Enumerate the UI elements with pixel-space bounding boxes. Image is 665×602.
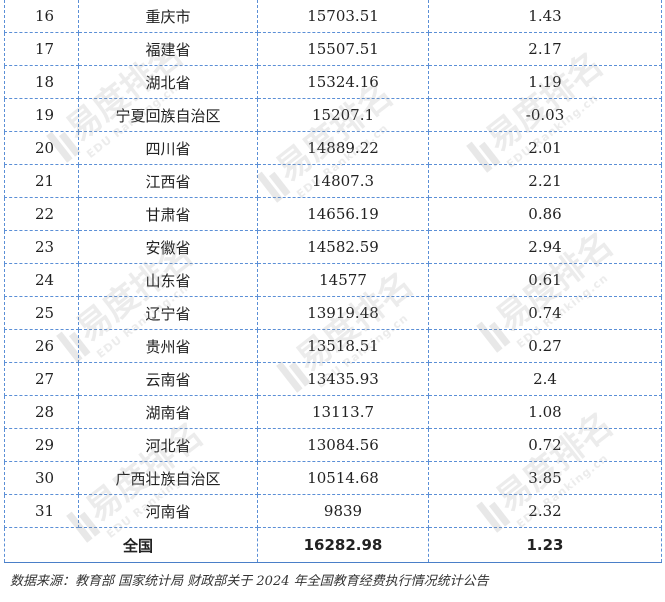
rate-cell: 2.32: [428, 494, 662, 528]
value-cell: 15207.1: [257, 98, 429, 132]
rate-cell: 2.94: [428, 230, 662, 264]
value-cell: 15324.16: [257, 65, 429, 99]
table-row: 27 云南省 13435.93 2.4: [4, 362, 662, 396]
value-cell: 13919.48: [257, 296, 429, 330]
rate-cell: 2.4: [428, 362, 662, 396]
table-row: 25 辽宁省 13919.48 0.74: [4, 296, 662, 330]
province-cell: 云南省: [78, 362, 258, 396]
rate-cell: 1.19: [428, 65, 662, 99]
province-cell: 辽宁省: [78, 296, 258, 330]
source-note: 数据来源：教育部 国家统计局 财政部关于 2024 年全国教育经费执行情况统计公…: [10, 574, 489, 589]
table-body: 16 重庆市 15703.51 1.43 17 福建省 15507.51 2.17 18 湖北省 1…: [4, 0, 662, 563]
table-row: 20 四川省 14889.22 2.01: [4, 131, 662, 165]
table-row: 16 重庆市 15703.51 1.43: [4, 0, 662, 33]
province-cell: 湖南省: [78, 395, 258, 429]
rank-cell: 20: [4, 131, 79, 165]
table-row: 17 福建省 15507.51 2.17: [4, 32, 662, 66]
table-row: 23 安徽省 14582.59 2.94: [4, 230, 662, 264]
table-row: 22 甘肃省 14656.19 0.86: [4, 197, 662, 231]
value-cell: 14582.59: [257, 230, 429, 264]
rank-cell: 18: [4, 65, 79, 99]
total-row: 全国 16282.98 1.23: [4, 527, 662, 563]
table-row: 19 宁夏回族自治区 15207.1 -0.03: [4, 98, 662, 132]
rank-cell: 28: [4, 395, 79, 429]
value-cell: 9839: [257, 494, 429, 528]
value-cell: 15507.51: [257, 32, 429, 66]
rate-cell: -0.03: [428, 98, 662, 132]
value-cell: 13435.93: [257, 362, 429, 396]
province-cell: 山东省: [78, 263, 258, 297]
rate-cell: 2.21: [428, 164, 662, 198]
value-cell: 13084.56: [257, 428, 429, 462]
province-cell: 甘肃省: [78, 197, 258, 231]
rank-cell: 24: [4, 263, 79, 297]
rate-cell: 0.61: [428, 263, 662, 297]
table-row: 28 湖南省 13113.7 1.08: [4, 395, 662, 429]
rank-cell: 29: [4, 428, 79, 462]
rank-cell: 16: [4, 0, 79, 33]
rank-cell: 22: [4, 197, 79, 231]
rank-cell: 30: [4, 461, 79, 495]
table-row: 26 贵州省 13518.51 0.27: [4, 329, 662, 363]
rate-cell: 3.85: [428, 461, 662, 495]
rate-cell: 0.72: [428, 428, 662, 462]
value-cell: 13518.51: [257, 329, 429, 363]
table-row: 31 河南省 9839 2.32: [4, 494, 662, 528]
total-rate: 1.23: [428, 527, 662, 563]
rank-cell: 23: [4, 230, 79, 264]
rate-cell: 1.08: [428, 395, 662, 429]
table-row: 30 广西壮族自治区 10514.68 3.85: [4, 461, 662, 495]
province-cell: 湖北省: [78, 65, 258, 99]
province-cell: 河北省: [78, 428, 258, 462]
rate-cell: 0.27: [428, 329, 662, 363]
table-row: 21 江西省 14807.3 2.21: [4, 164, 662, 198]
rate-cell: 2.01: [428, 131, 662, 165]
province-cell: 河南省: [78, 494, 258, 528]
table-row: 29 河北省 13084.56 0.72: [4, 428, 662, 462]
value-cell: 13113.7: [257, 395, 429, 429]
province-cell: 江西省: [78, 164, 258, 198]
province-cell: 四川省: [78, 131, 258, 165]
rank-cell: 27: [4, 362, 79, 396]
value-cell: 14577: [257, 263, 429, 297]
rank-cell: 17: [4, 32, 79, 66]
rate-cell: 1.43: [428, 0, 662, 33]
table-row: 24 山东省 14577 0.61: [4, 263, 662, 297]
rate-cell: 0.74: [428, 296, 662, 330]
rank-cell: 26: [4, 329, 79, 363]
total-value: 16282.98: [257, 527, 429, 563]
province-cell: 宁夏回族自治区: [78, 98, 258, 132]
rank-cell: 19: [4, 98, 79, 132]
value-cell: 10514.68: [257, 461, 429, 495]
table-row: 18 湖北省 15324.16 1.19: [4, 65, 662, 99]
province-cell: 福建省: [78, 32, 258, 66]
value-cell: 14807.3: [257, 164, 429, 198]
rank-cell: 31: [4, 494, 79, 528]
province-cell: 贵州省: [78, 329, 258, 363]
rank-cell: 25: [4, 296, 79, 330]
rate-cell: 2.17: [428, 32, 662, 66]
value-cell: 15703.51: [257, 0, 429, 33]
province-cell: 重庆市: [78, 0, 258, 33]
rank-cell: 21: [4, 164, 79, 198]
value-cell: 14889.22: [257, 131, 429, 165]
province-cell: 安徽省: [78, 230, 258, 264]
ranking-table: 16 重庆市 15703.51 1.43 17 福建省 15507.51 2.17 18 湖北省 1…: [4, 0, 662, 563]
rate-cell: 0.86: [428, 197, 662, 231]
value-cell: 14656.19: [257, 197, 429, 231]
page: 16 重庆市 15703.51 1.43 17 福建省 15507.51 2.17 18 湖北省 1…: [0, 0, 665, 602]
province-cell: 广西壮族自治区: [78, 461, 258, 495]
total-label: 全国: [4, 527, 258, 563]
